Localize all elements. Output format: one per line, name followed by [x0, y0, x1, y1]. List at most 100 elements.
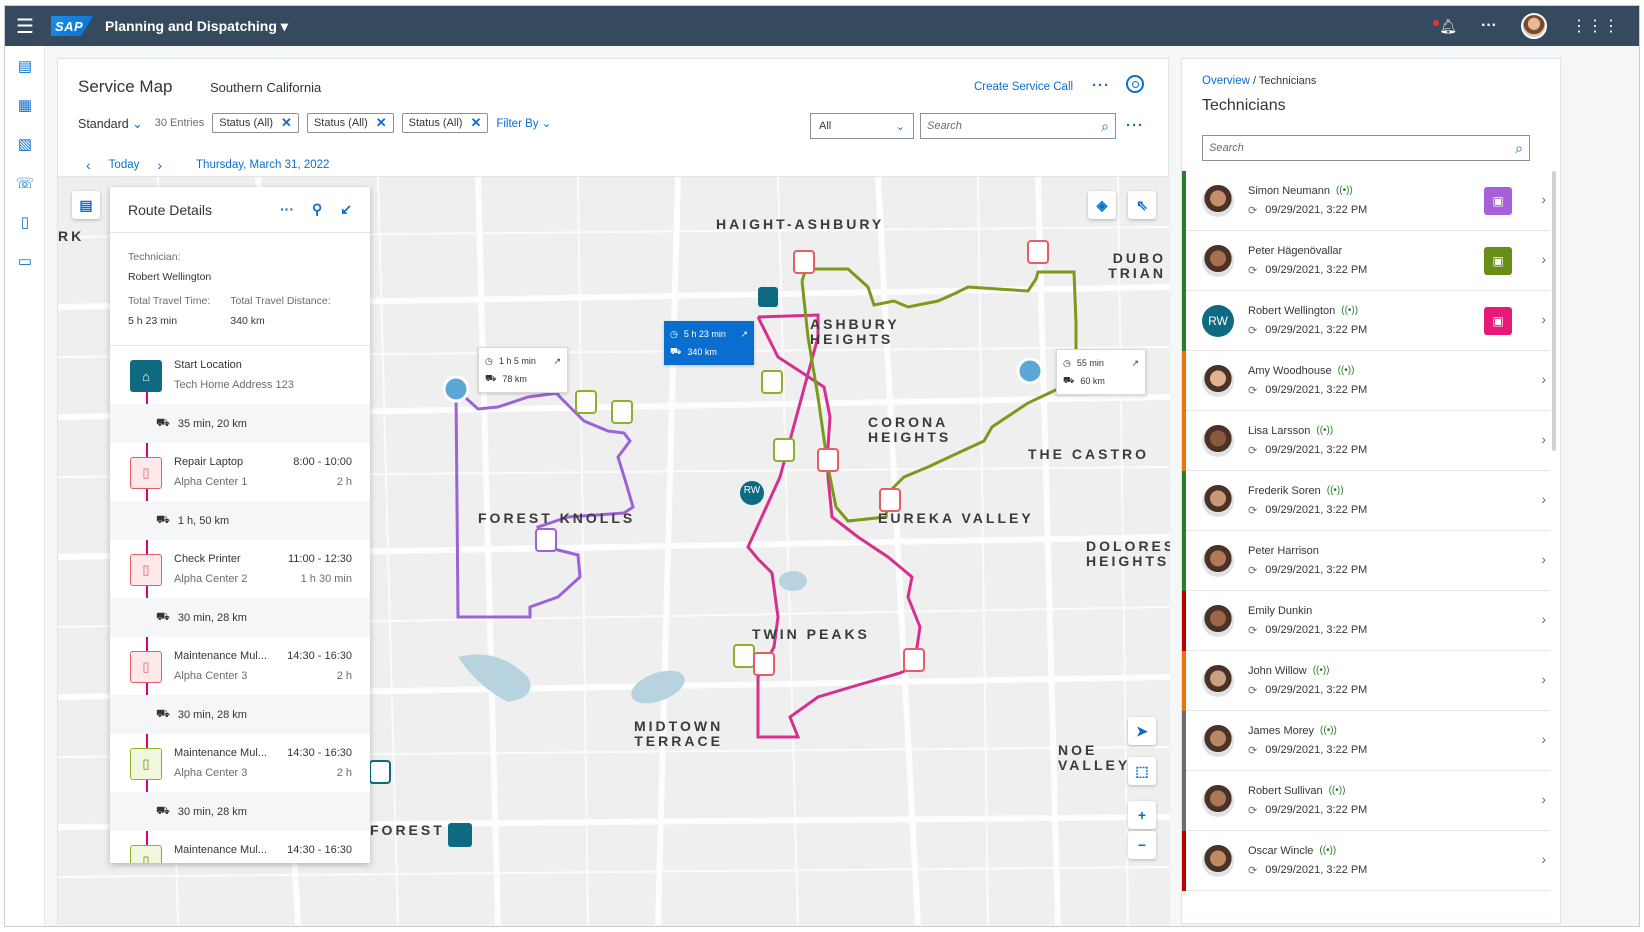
notifications-icon[interactable]: 🔔︎ — [1433, 18, 1457, 35]
route-tooltip-selected[interactable]: ◷ 5 h 23 min ↗ ⛟ 340 km — [664, 321, 754, 365]
technician-search-input[interactable]: Search ⌕ — [1202, 135, 1530, 161]
sync-icon: ⟳ — [1248, 685, 1258, 697]
type-select[interactable]: All ⌄ — [810, 113, 914, 139]
lasso-select-icon[interactable]: ⬚ — [1128, 757, 1156, 785]
zoom-out-icon[interactable]: − — [1128, 831, 1156, 859]
technician-row[interactable]: James Morey ((•)) ⟳ 09/29/2021, 3:22 PM › — [1182, 711, 1550, 771]
area-label: ASHBURY HEIGHTS — [810, 316, 900, 347]
app-title-menu[interactable]: Planning and Dispatching ▾ — [105, 18, 288, 35]
expand-icon[interactable]: ↗ — [553, 356, 561, 367]
briefcase-icon[interactable]: ▭ — [5, 241, 45, 280]
leg-text: 30 min, 28 km — [177, 611, 247, 624]
last-sync-time: 09/29/2021, 3:22 PM — [1265, 744, 1368, 756]
olive-route[interactable] — [800, 267, 1078, 523]
calendar-icon[interactable]: ▦ — [5, 85, 45, 124]
chevron-right-icon[interactable]: › — [1541, 851, 1546, 867]
chevron-right-icon[interactable]: › — [1541, 731, 1546, 747]
pin-icon[interactable]: ⚲ — [312, 201, 322, 218]
breadcrumb-overview[interactable]: Overview — [1202, 75, 1250, 87]
search-icon[interactable]: ⌕ — [1515, 140, 1523, 157]
layers-icon[interactable]: ◈ — [1088, 191, 1116, 219]
route-tooltip[interactable]: ◷ 55 min ↗ ⛟ 60 km — [1056, 349, 1146, 395]
today-button[interactable]: Today — [109, 159, 140, 171]
search-icon[interactable]: ⌕ — [1101, 118, 1109, 135]
technician-row[interactable]: Robert Sullivan ((•)) ⟳ 09/29/2021, 3:22 P… — [1182, 771, 1550, 831]
current-date[interactable]: Thursday, March 31, 2022 — [196, 159, 329, 171]
chevron-right-icon[interactable]: › — [1541, 611, 1546, 627]
status-chip[interactable]: Status (All) ✕ — [401, 113, 489, 133]
technician-row[interactable]: Emily Dunkin ⟳ 09/29/2021, 3:22 PM › — [1182, 591, 1550, 651]
technician-row[interactable]: Peter Hägenövallar ⟳ 09/29/2021, 3:22 PM … — [1182, 231, 1550, 291]
job-stop[interactable]: ▯ Maintenance Mul... Alpha Center 3 14:30… — [110, 734, 370, 792]
locate-icon[interactable]: ➤ — [1128, 717, 1156, 745]
filter-by-button[interactable]: Filter By ⌄ — [496, 116, 551, 130]
leg-text: 30 min, 28 km — [177, 805, 247, 818]
job-stop[interactable]: ▯ Maintenance Mul... Alpha Center 3 14:30… — [110, 831, 370, 863]
start-stop[interactable]: ⌂ Start Location Tech Home Address 123 — [110, 346, 370, 404]
technician-row[interactable]: Lisa Larsson ((•)) ⟳ 09/29/2021, 3:22 PM › — [1182, 411, 1550, 471]
close-icon[interactable]: ✕ — [470, 115, 481, 131]
collapse-icon[interactable]: ↙ — [340, 201, 352, 218]
clipboard-icon: ▯ — [130, 748, 162, 780]
chevron-right-icon[interactable]: › — [1541, 371, 1546, 387]
map-icon[interactable]: ▧ — [5, 124, 45, 163]
job-stop[interactable]: ▯ Check Printer Alpha Center 2 11:00 - 12… — [110, 540, 370, 598]
technician-row[interactable]: Amy Woodhouse ((•)) ⟳ 09/29/2021, 3:22 PM … — [1182, 351, 1550, 411]
technician-row[interactable]: Simon Neumann ((•)) ⟳ 09/29/2021, 3:22 PM … — [1182, 171, 1550, 231]
pond — [779, 571, 807, 591]
product-switch-icon[interactable]: ⋮⋮⋮ — [1571, 16, 1619, 36]
close-icon[interactable]: ✕ — [376, 115, 387, 131]
expand-icon[interactable]: ↗ — [740, 329, 748, 340]
phone-icon[interactable]: ☏ — [5, 163, 45, 202]
status-chip[interactable]: Status (All) ✕ — [212, 113, 299, 133]
job-stop[interactable]: ▯ Maintenance Mul... Alpha Center 3 14:30… — [110, 637, 370, 695]
clipboard-icon[interactable]: ▯ — [5, 202, 45, 241]
scrollbar[interactable] — [1552, 171, 1556, 451]
area-label: CORONA HEIGHTS — [868, 414, 952, 445]
prev-day-icon[interactable]: ‹ — [86, 157, 91, 173]
tooltip-distance: 340 km — [687, 347, 717, 357]
assign-job-badge[interactable]: ▣ — [1484, 307, 1512, 335]
chevron-right-icon[interactable]: › — [1541, 191, 1546, 207]
chevron-right-icon[interactable]: › — [1541, 491, 1546, 507]
clipboard-icon: ▯ — [130, 845, 162, 863]
settings-icon[interactable] — [1126, 75, 1144, 93]
search-overflow-icon[interactable]: ··· — [1126, 117, 1144, 134]
chevron-right-icon[interactable]: › — [1541, 791, 1546, 807]
leg-text: 35 min, 20 km — [177, 417, 247, 430]
next-day-icon[interactable]: › — [157, 157, 162, 173]
technician-row[interactable]: RW Robert Wellington ((•)) ⟳ 09/29/2021, 3… — [1182, 291, 1550, 351]
planning-board-icon[interactable]: ▤ — [5, 46, 45, 85]
route-tooltip[interactable]: ◷ 1 h 5 min ↗ ⛟ 78 km — [478, 347, 568, 393]
technician-row[interactable]: Peter Harrison ⟳ 09/29/2021, 3:22 PM › — [1182, 531, 1550, 591]
chevron-right-icon[interactable]: › — [1541, 251, 1546, 267]
assign-job-badge[interactable]: ▣ — [1484, 247, 1512, 275]
job-marker — [793, 250, 815, 274]
technician-row[interactable]: John Willow ((•)) ⟳ 09/29/2021, 3:22 PM › — [1182, 651, 1550, 711]
expand-icon[interactable]: ↗ — [1131, 358, 1139, 369]
menu-icon[interactable]: ☰ — [5, 6, 45, 46]
status-chip[interactable]: Status (All) ✕ — [306, 113, 394, 133]
variant-select[interactable]: Standard ⌄ — [78, 116, 143, 131]
create-service-call-link[interactable]: Create Service Call — [974, 81, 1073, 93]
overflow-icon[interactable]: ··· — [280, 201, 294, 218]
avatar — [1202, 845, 1234, 877]
chevron-right-icon[interactable]: › — [1541, 311, 1546, 327]
technician-row[interactable]: Frederik Soren ((•)) ⟳ 09/29/2021, 3:22 PM… — [1182, 471, 1550, 531]
select-cursor-icon[interactable]: ⇖ — [1128, 191, 1156, 219]
assign-job-badge[interactable]: ▣ — [1484, 187, 1512, 215]
chevron-right-icon[interactable]: › — [1541, 551, 1546, 567]
search-input[interactable]: Search ⌕ — [920, 113, 1116, 139]
service-map[interactable]: HAIGHT-ASHBURY DUBO TRIAN ASHBURY HEIGHT… — [58, 177, 1170, 925]
zoom-in-icon[interactable]: + — [1128, 801, 1156, 829]
list-toggle-icon[interactable]: ▤ — [72, 191, 100, 219]
chevron-right-icon[interactable]: › — [1541, 671, 1546, 687]
overflow-icon[interactable]: ··· — [1481, 17, 1497, 35]
user-avatar[interactable] — [1521, 13, 1547, 39]
close-icon[interactable]: ✕ — [281, 115, 292, 131]
chevron-right-icon[interactable]: › — [1541, 431, 1546, 447]
travel-leg: ⛟ 35 min, 20 km — [110, 404, 370, 443]
header-overflow-icon[interactable]: ··· — [1092, 77, 1110, 94]
technician-row[interactable]: Oscar Wincle ((•)) ⟳ 09/29/2021, 3:22 PM › — [1182, 831, 1550, 891]
job-stop[interactable]: ▯ Repair Laptop Alpha Center 1 8:00 - 10:… — [110, 443, 370, 501]
